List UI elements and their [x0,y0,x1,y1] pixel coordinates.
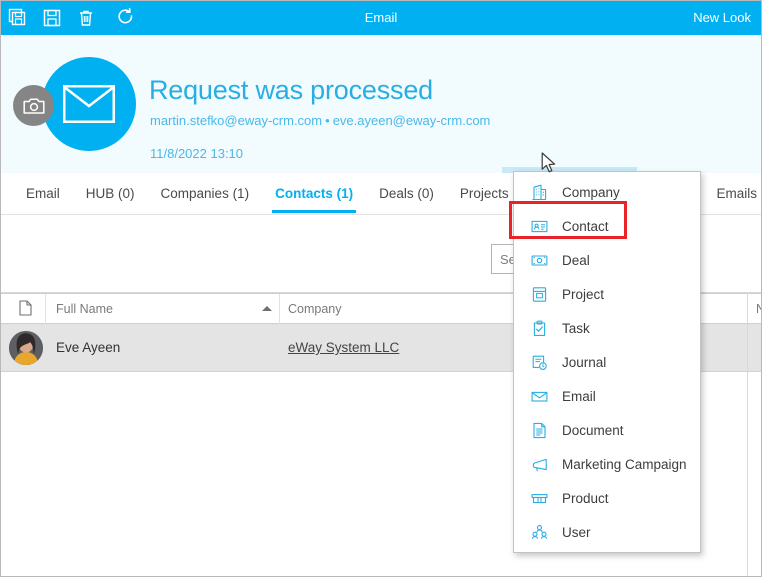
contact-card-icon [530,217,548,235]
menu-item-email-label: Email [562,388,596,404]
envelope-icon [42,57,136,151]
document-lines-icon [530,421,548,439]
menu-item-journal[interactable]: Journal [514,345,700,379]
sort-ascending-icon [262,306,272,311]
task-clipboard-icon [530,319,548,337]
menu-item-deal[interactable]: Deal [514,243,700,277]
menu-item-marketing-campaign[interactable]: Marketing Campaign [514,447,700,481]
menu-item-document-label: Document [562,422,624,438]
menu-item-user-label: User [562,524,591,540]
tab-hub[interactable]: HUB (0) [73,173,148,214]
avatar [13,57,136,153]
refresh-icon[interactable] [109,1,143,35]
email-detail-window: Email New Look Request was processed mar… [0,0,762,577]
menu-item-project-label: Project [562,286,605,302]
tab-companies[interactable]: Companies (1) [148,173,263,214]
megaphone-icon [530,455,548,473]
address-separator: • [325,113,330,128]
tab-deals[interactable]: Deals (0) [366,173,447,214]
menu-item-contact[interactable]: Contact [514,209,700,243]
to-address: eve.ayeen@eway-crm.com [332,113,491,128]
grid-column-company[interactable]: Company [288,294,342,324]
link-to-existing-menu: Company Contact Deal Project Task Journa… [513,171,701,553]
menu-item-company-label: Company [562,184,620,200]
new-look-button[interactable]: New Look [693,1,751,35]
menu-item-product[interactable]: Product [514,481,700,515]
tab-email[interactable]: Email [13,173,73,214]
row-company-link[interactable]: eWay System LLC [288,324,399,372]
menu-item-project[interactable]: Project [514,277,700,311]
from-address: martin.stefko@eway-crm.com [150,113,323,128]
row-full-name: Eve Ayeen [56,340,121,355]
document-icon [19,300,32,316]
menu-item-contact-label: Contact [562,218,609,234]
journal-icon [530,353,548,371]
delete-icon[interactable] [69,1,103,35]
company-building-icon [530,183,548,201]
email-addresses: martin.stefko@eway-crm.com • eve.ayeen@ewa… [150,113,490,128]
window-toolbar: Email New Look [1,1,761,35]
menu-item-marketing-campaign-label: Marketing Campaign [562,456,687,472]
project-book-icon [530,285,548,303]
tab-emails[interactable]: Emails [703,173,761,214]
users-icon [530,523,548,541]
grid-column-full-name[interactable]: Full Name [56,294,113,324]
page-title: Request was processed [149,75,433,105]
grid-column-icon[interactable] [19,294,32,324]
email-header-panel: Request was processed martin.stefko@eway… [1,35,761,197]
grid-column-note[interactable]: N [756,294,761,324]
product-box-icon [530,489,548,507]
save-all-icon[interactable] [1,1,35,35]
contact-photo [9,331,43,365]
envelope-icon [530,387,548,405]
menu-item-product-label: Product [562,490,609,506]
save-icon[interactable] [35,1,69,35]
menu-item-journal-label: Journal [562,354,607,370]
menu-item-task[interactable]: Task [514,311,700,345]
menu-item-user[interactable]: User [514,515,700,549]
menu-item-document[interactable]: Document [514,413,700,447]
menu-item-task-label: Task [562,320,590,336]
menu-item-email[interactable]: Email [514,379,700,413]
menu-item-deal-label: Deal [562,252,590,268]
camera-icon[interactable] [13,85,54,126]
tab-contacts[interactable]: Contacts (1) [262,173,366,214]
money-bill-icon [530,251,548,269]
menu-item-company[interactable]: Company [514,175,700,209]
email-timestamp: 11/8/2022 13:10 [150,146,244,161]
